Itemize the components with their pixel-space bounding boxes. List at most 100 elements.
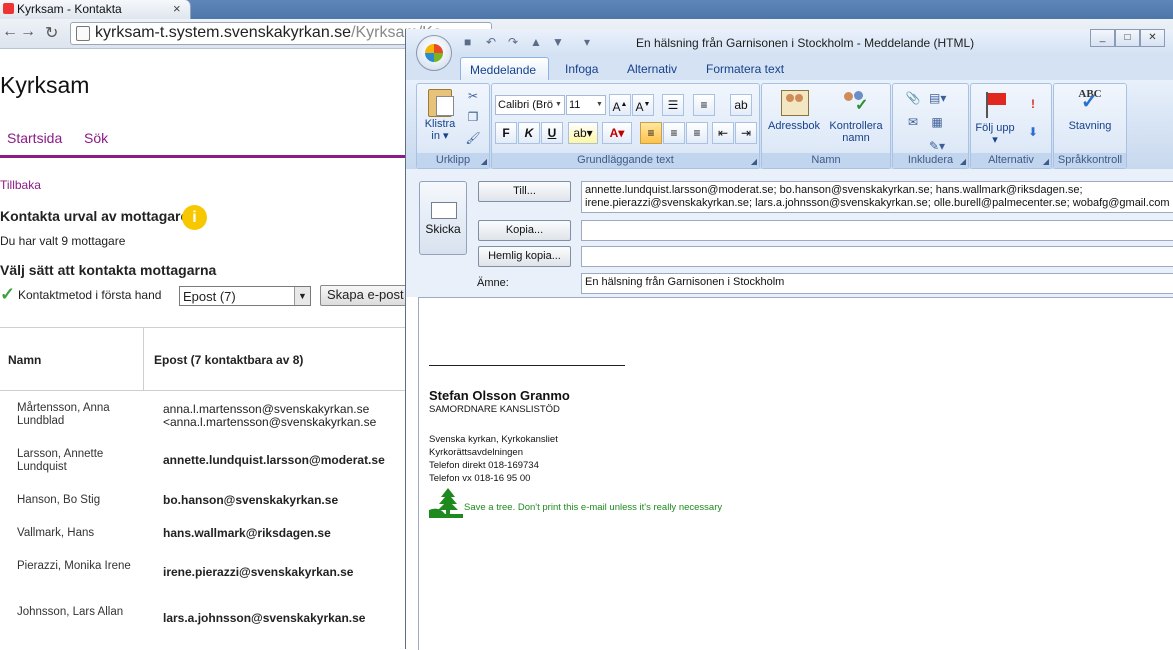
spelling-label: Stavning	[1068, 120, 1112, 132]
calendar-icon[interactable]: ▦	[929, 114, 945, 130]
grow-font-icon[interactable]: A▲	[609, 94, 631, 116]
follow-up-button[interactable]: Följ upp ▾	[975, 90, 1015, 146]
italic-icon[interactable]: K	[518, 122, 540, 144]
tab-meddelande[interactable]: Meddelande	[460, 57, 549, 81]
bcc-field[interactable]	[581, 246, 1173, 267]
align-right-icon[interactable]: ≡	[686, 122, 708, 144]
subject-value: En hälsning från Garnisonen i Stockholm	[585, 276, 785, 288]
maximize-icon[interactable]: □	[1115, 29, 1140, 47]
paste-button[interactable]: Klistra in ▾	[419, 86, 461, 142]
align-left-icon[interactable]: ≡	[640, 122, 662, 144]
check-names-button[interactable]: ✓ Kontrollera namn	[824, 88, 888, 144]
forward-arrow-icon[interactable]: →	[20, 23, 36, 41]
align-center-icon[interactable]: ≡	[663, 122, 685, 144]
info-icon[interactable]: i	[182, 205, 207, 230]
bullets-icon[interactable]: ☰	[662, 94, 684, 116]
high-importance-icon[interactable]: !	[1025, 96, 1041, 112]
down-arrow-icon[interactable]: ▼	[552, 35, 564, 49]
redo-icon[interactable]: ↷	[508, 35, 518, 49]
column-header-email[interactable]: Epost (7 kontaktbara av 8)	[154, 353, 303, 367]
browser-tabstrip: Kyrksam - Kontakta ×	[0, 0, 1173, 19]
bcc-button[interactable]: Hemlig kopia...	[478, 246, 571, 267]
site-title: Kyrksam	[0, 72, 90, 98]
tab-formatera-text[interactable]: Formatera text	[706, 62, 784, 76]
ribbon-tabs: Meddelande Infoga Alternativ Formatera t…	[406, 56, 1173, 81]
signature-separator	[429, 365, 625, 366]
dialog-launcher-icon[interactable]: ◢	[960, 157, 966, 166]
back-link[interactable]: Tillbaka	[0, 178, 41, 192]
font-color-icon[interactable]: A▾	[602, 122, 632, 144]
outlook-titlebar: ■ ↶ ↷ ▲ ▼ ▾ En hälsning från Garnisonen …	[406, 29, 1173, 56]
underline-icon[interactable]: U	[541, 122, 563, 144]
send-button[interactable]: Skicka	[419, 181, 467, 255]
dialog-launcher-icon[interactable]: ◢	[1043, 157, 1049, 166]
browser-tab[interactable]: Kyrksam - Kontakta ×	[0, 0, 191, 19]
signature-dept: Kyrkorättsavdelningen	[429, 447, 523, 458]
browser-tab-title: Kyrksam - Kontakta	[17, 2, 122, 16]
highlight-icon[interactable]: ab▾	[568, 122, 598, 144]
undo-icon[interactable]: ↶	[486, 35, 496, 49]
group-urklipp: Klistra in ▾ ✂ ❐ 🖌 Urklipp ◢	[416, 83, 490, 169]
subject-label: Ämne:	[477, 277, 509, 289]
contact-method-select[interactable]: Epost (7) ▼	[179, 286, 311, 306]
to-button[interactable]: Till...	[478, 181, 571, 202]
group-label-urklipp: Urklipp	[417, 153, 489, 168]
cc-field[interactable]	[581, 220, 1173, 241]
dialog-launcher-icon[interactable]: ◢	[481, 157, 487, 166]
check-names-icon: ✓	[841, 88, 871, 118]
close-tab-icon[interactable]: ×	[173, 1, 181, 16]
selected-count-text: Du har valt 9 mottagare	[0, 234, 126, 248]
column-header-name[interactable]: Namn	[8, 353, 41, 367]
decrease-indent-icon[interactable]: ⇤	[712, 122, 734, 144]
copy-icon[interactable]: ❐	[465, 109, 481, 125]
signature-role: SAMORDNARE KANSLISTÖD	[429, 404, 560, 415]
chevron-down-icon[interactable]: ▼	[294, 287, 310, 305]
clipboard-icon	[425, 86, 455, 117]
attach-file-icon[interactable]: 📎	[905, 90, 921, 106]
low-importance-icon[interactable]: ⬇	[1025, 124, 1041, 140]
font-size-combo[interactable]: 11 ▼	[566, 95, 606, 115]
font-name-combo[interactable]: Calibri (Brö ▼	[495, 95, 565, 115]
to-field-line: annette.lundquist.larsson@moderat.se; bo…	[585, 184, 1083, 196]
cut-icon[interactable]: ✂	[465, 88, 481, 104]
tab-infoga[interactable]: Infoga	[565, 62, 598, 76]
cc-button[interactable]: Kopia...	[478, 220, 571, 241]
dialog-launcher-icon[interactable]: ◢	[751, 157, 757, 166]
tab-alternativ[interactable]: Alternativ	[627, 62, 677, 76]
numbering-icon[interactable]: ≡	[693, 94, 715, 116]
signature-icon[interactable]: ✎▾	[929, 138, 945, 154]
address-book-button[interactable]: Adressbok	[764, 88, 824, 132]
business-card-icon[interactable]: ▤▾	[929, 90, 946, 106]
save-icon[interactable]: ■	[464, 35, 471, 49]
to-field[interactable]: annette.lundquist.larsson@moderat.se; bo…	[581, 181, 1173, 213]
favicon-icon	[3, 3, 14, 14]
subject-field[interactable]: En hälsning från Garnisonen i Stockholm	[581, 273, 1173, 294]
chevron-down-icon[interactable]: ▼	[553, 96, 564, 114]
method-heading: Välj sätt att kontakta mottagarna	[0, 262, 217, 278]
outlook-window-title: En hälsning från Garnisonen i Stockholm …	[636, 36, 975, 50]
format-painter-icon[interactable]: 🖌	[465, 130, 481, 146]
spelling-icon: ABC ✓	[1075, 88, 1105, 118]
check-names-label: Kontrollera namn	[829, 120, 883, 144]
reload-icon[interactable]: ↻	[45, 23, 58, 43]
message-body[interactable]: Stefan Olsson Granmo SAMORDNARE KANSLIST…	[418, 297, 1173, 650]
styles-icon[interactable]: ab	[730, 94, 752, 116]
up-arrow-icon[interactable]: ▲	[530, 35, 542, 49]
customize-qat-icon[interactable]: ▾	[584, 35, 590, 49]
group-label-alternativ: Alternativ	[971, 153, 1051, 168]
nav-link-startsida[interactable]: Startsida	[7, 130, 62, 146]
back-arrow-icon[interactable]: ←	[2, 23, 18, 41]
close-icon[interactable]: ✕	[1140, 29, 1165, 47]
chevron-down-icon[interactable]: ▼	[594, 96, 605, 114]
attach-item-icon[interactable]: ✉	[905, 114, 921, 130]
group-grundlaggande-text: Calibri (Brö ▼ 11 ▼ A▲ A▼ ☰ ≡ ab F K U ab▾…	[491, 83, 760, 169]
envelope-icon	[431, 202, 457, 219]
bold-icon[interactable]: F	[495, 122, 517, 144]
minimize-icon[interactable]: _	[1090, 29, 1115, 47]
spelling-button[interactable]: ABC ✓ Stavning	[1056, 88, 1124, 132]
address-url: kyrksam-t.system.svenskakyrkan.se/Kyrksa…	[95, 24, 442, 42]
shrink-font-icon[interactable]: A▼	[632, 94, 654, 116]
office-button[interactable]	[416, 35, 452, 71]
nav-link-sok[interactable]: Sök	[84, 130, 108, 146]
increase-indent-icon[interactable]: ⇥	[735, 122, 757, 144]
